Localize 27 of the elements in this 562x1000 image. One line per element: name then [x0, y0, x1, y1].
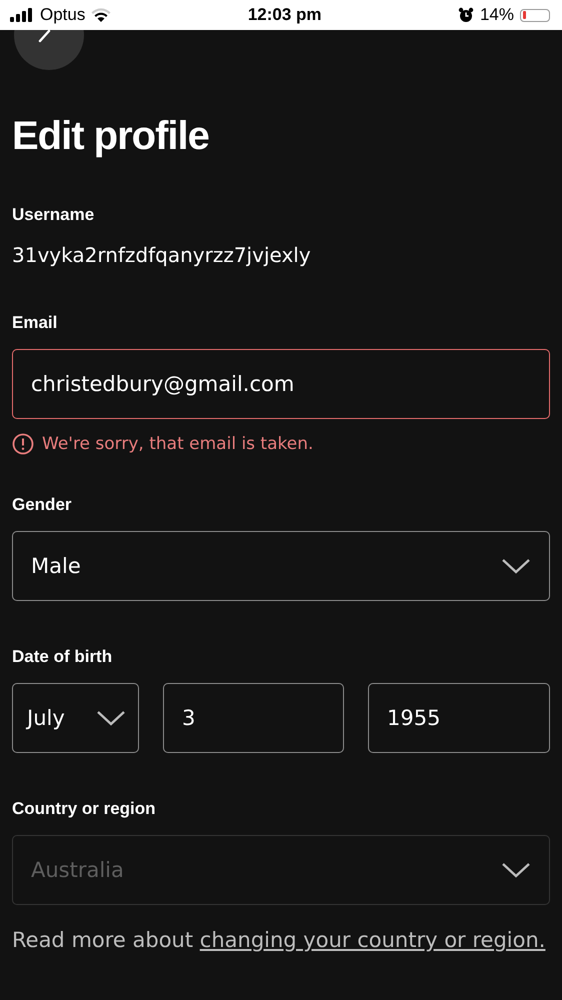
email-field[interactable]: christedbury@gmail.com: [12, 349, 550, 419]
field-label: Gender: [12, 495, 73, 515]
error-icon: [12, 433, 34, 455]
battery-percentage: 14%: [480, 5, 514, 25]
signal-icon: [10, 8, 34, 22]
chevron-down-icon: [501, 558, 531, 574]
date-input-field[interactable]: 3: [163, 683, 344, 753]
back-button[interactable]: [14, 30, 84, 70]
carrier-name: Optus: [40, 5, 86, 25]
note-text: Read more about: [12, 928, 194, 952]
field-label: Date of birth: [12, 647, 114, 667]
field-label: Country or region: [12, 799, 157, 819]
field-label: Email: [12, 313, 58, 333]
wifi-icon: [91, 8, 112, 22]
chevron-down-icon: [501, 862, 531, 878]
alarm-clock-icon: [458, 7, 474, 23]
clock-time: 12:03 pm: [248, 5, 322, 25]
date-input-field[interactable]: 1955: [368, 683, 550, 753]
username-value: 31vyka2rnfzdfqanyrzz7jvjexly: [12, 243, 312, 267]
month-dropdown[interactable]: July: [12, 683, 139, 753]
page-title: Edit profile: [12, 114, 210, 159]
error-message: We're sorry, that email is taken.: [42, 434, 314, 454]
battery-icon: [520, 8, 550, 22]
field-label: Username: [12, 205, 96, 225]
country-change-link[interactable]: changing your country or region.: [200, 928, 546, 952]
gender-dropdown[interactable]: Male: [12, 531, 550, 601]
chevron-down-icon: [96, 710, 126, 726]
